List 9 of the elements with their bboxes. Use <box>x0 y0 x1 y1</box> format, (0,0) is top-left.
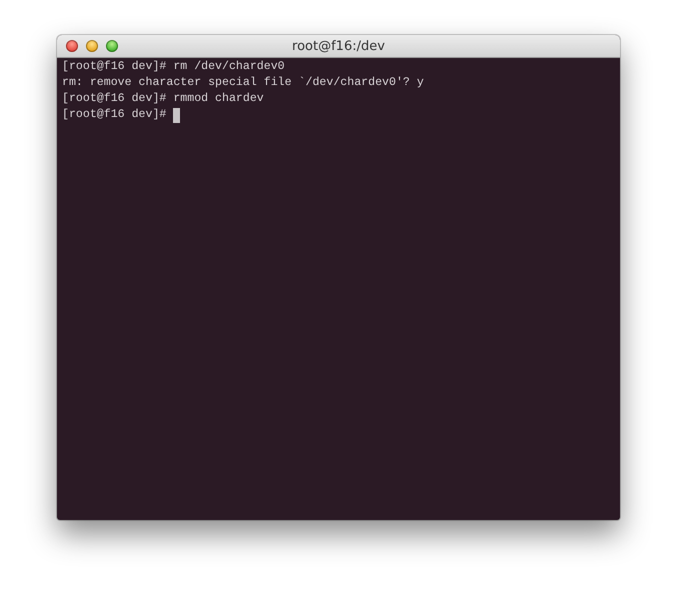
minimize-button[interactable] <box>86 40 98 52</box>
window-title: root@f16:/dev <box>292 38 385 54</box>
cursor <box>173 108 180 122</box>
zoom-button[interactable] <box>106 40 118 52</box>
terminal-line: [root@f16 dev]# <box>62 107 168 123</box>
terminal-line: [root@f16 dev]# rm /dev/chardev0 <box>62 59 285 75</box>
close-button[interactable] <box>66 40 78 52</box>
terminal-line: [root@f16 dev]# rmmod chardev <box>62 91 264 107</box>
terminal-line: rm: remove character special file `/dev/chardev0'? y <box>62 75 424 91</box>
